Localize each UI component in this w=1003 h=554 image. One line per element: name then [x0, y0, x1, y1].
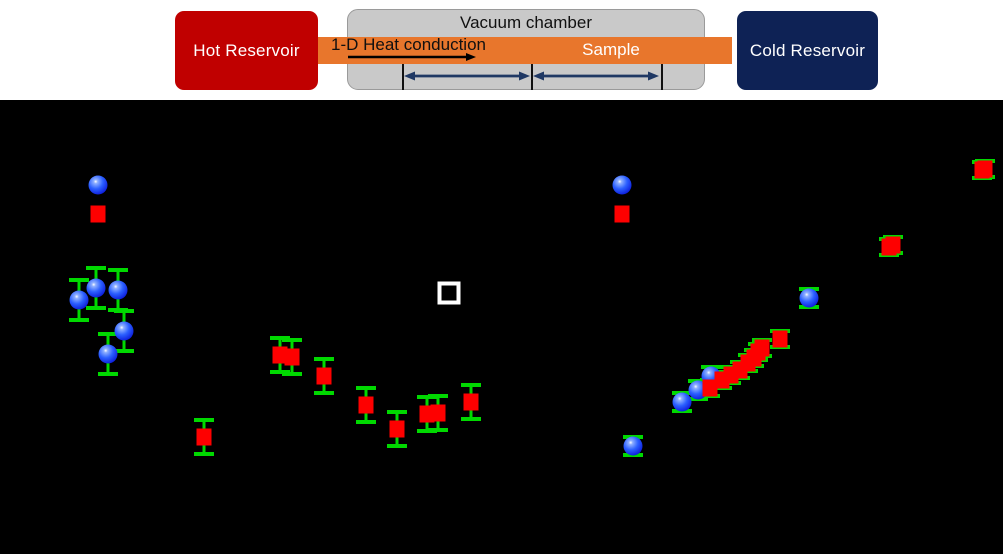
- cold-reservoir-box: Cold Reservoir: [737, 11, 878, 90]
- scatter-plots-panel: [0, 100, 1003, 554]
- right-plot-blue-sphere-point: [623, 436, 643, 456]
- chamber-divider-right: [661, 62, 663, 90]
- sample-length-arrow-left-icon: [404, 71, 530, 81]
- right-plot-red-square-point: [772, 330, 788, 348]
- left-plot-red-square-point: [316, 367, 332, 385]
- left-plot-open-white-square-point: [437, 281, 461, 305]
- right-plot-blue-sphere-point: [672, 392, 692, 412]
- cold-reservoir-label: Cold Reservoir: [749, 40, 866, 60]
- figure-root: Vacuum chamber Hot Reservoir Cold Reserv…: [0, 0, 1003, 554]
- left-plot-red-square-point: [284, 348, 300, 366]
- left-plot-red-square-point: [389, 420, 405, 438]
- sample-label: Sample: [582, 40, 640, 59]
- left-plot-red-square-point: [430, 404, 446, 422]
- right-plot-red-square-point: [885, 236, 901, 254]
- sample-length-arrow-right-icon: [533, 71, 659, 81]
- left-plot-blue-sphere-point: [86, 278, 106, 298]
- right-plot-blue-sphere-point: [799, 288, 819, 308]
- left-plot-red-square-point: [196, 428, 212, 446]
- hot-reservoir-label: Hot Reservoir: [193, 40, 300, 60]
- hot-reservoir-box: Hot Reservoir: [175, 11, 318, 90]
- heat-flow-arrow-icon: [348, 53, 476, 61]
- left-plot-red-square-point: [463, 393, 479, 411]
- left-plot-blue-sphere-point: [108, 280, 128, 300]
- left-plot-blue-sphere-point: [114, 321, 134, 341]
- right-plot-red-square-point: [977, 160, 993, 178]
- left-plot-blue-sphere-point: [69, 290, 89, 310]
- heat-conduction-schematic: Vacuum chamber Hot Reservoir Cold Reserv…: [0, 0, 1003, 100]
- vacuum-chamber-label: Vacuum chamber: [460, 13, 592, 32]
- left-plot-blue-sphere-point: [98, 344, 118, 364]
- left-plot-red-square-point: [358, 396, 374, 414]
- right-plot-red-square-point: [754, 339, 770, 357]
